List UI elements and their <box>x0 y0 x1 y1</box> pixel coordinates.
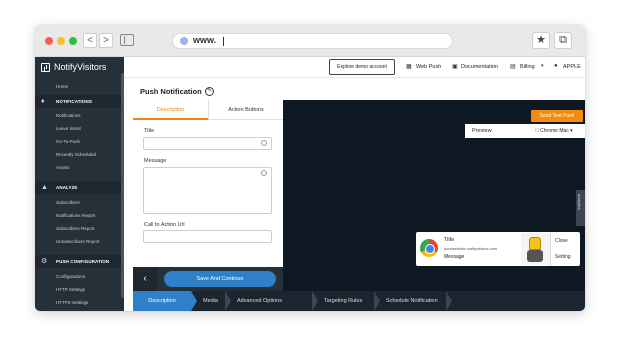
sidebar-section-analyze[interactable]: ▲ ANALYZE <box>35 181 124 194</box>
save-and-continue-button[interactable]: Save And Continue <box>164 271 276 287</box>
form-footer: ‹ Save And Continue <box>133 267 283 291</box>
browser-window: < > www. ★ ⧉ NotifyVisitors Home ♦ NOTIF… <box>35 25 585 311</box>
step-description[interactable]: Description <box>133 291 191 311</box>
step-media[interactable]: Media <box>203 291 218 311</box>
mascot-body-icon <box>527 250 543 262</box>
step-arrow <box>312 291 318 311</box>
sidebar-item-unsubscribers-report[interactable]: Unsubscribers Report <box>56 239 100 244</box>
sidebar-section-push-configuration[interactable]: ⚙ PUSH CONFIGURATION <box>35 255 124 268</box>
sidebar-item-configurations[interactable]: Configurations <box>56 274 85 279</box>
step-arrow <box>191 291 197 311</box>
preview-label: Preview <box>472 128 492 134</box>
step-arrow <box>225 291 231 311</box>
title-label: Title <box>144 128 155 134</box>
close-action[interactable]: Close <box>555 238 568 244</box>
chrome-logo-icon <box>420 239 438 257</box>
sidebar-item-notifications-report[interactable]: Notifications Report <box>56 213 95 218</box>
sidebar: NotifyVisitors Home ♦ NOTIFICATIONS Noti… <box>35 57 124 311</box>
step-bar: Description Media Advanced Options Targe… <box>133 291 585 311</box>
edit-icon[interactable]: ✎ <box>205 87 214 96</box>
notification-form: Description Action Buttons Title Message… <box>133 100 283 267</box>
analytics-side-tab[interactable]: Analytics <box>576 190 585 226</box>
sidebar-item-home[interactable]: Home <box>56 84 68 89</box>
step-advanced-options[interactable]: Advanced Options <box>237 291 282 311</box>
back-arrow-icon[interactable]: < <box>83 33 97 48</box>
message-label: Message <box>144 158 167 164</box>
bookmark-star-icon[interactable]: ★ <box>532 32 550 49</box>
back-button[interactable]: ‹ <box>133 267 157 291</box>
text-cursor <box>223 37 224 46</box>
user-icon: ● <box>554 63 558 69</box>
grid-icon: ▦ <box>406 64 412 70</box>
notification-image <box>521 233 550 265</box>
brand-logo[interactable]: NotifyVisitors <box>35 57 124 79</box>
close-window-dot[interactable] <box>45 37 53 45</box>
step-targeting-rules[interactable]: Targeting Rules <box>324 291 362 311</box>
browser-toolbar: < > www. ★ ⧉ <box>35 25 585 57</box>
step-arrow <box>446 291 452 311</box>
app-topbar: Explore demo account ▦ Web Push ▣ Docume… <box>124 57 585 78</box>
copy-tab-icon[interactable]: ⧉ <box>554 32 572 49</box>
document-icon: ▣ <box>452 64 458 70</box>
section-label: NOTIFICATIONS <box>56 99 92 104</box>
globe-icon <box>180 37 188 45</box>
notification-preview: Title yourwebsite.notifyvisitors.com Mes… <box>416 232 580 266</box>
chart-icon: ▲ <box>41 184 48 191</box>
chevron-down-icon: ▾ <box>541 63 544 69</box>
message-textarea[interactable] <box>143 167 272 214</box>
title-input[interactable] <box>143 137 272 150</box>
tab-description[interactable]: Description <box>133 100 208 120</box>
address-bar[interactable]: www. <box>172 33 453 49</box>
emoji-icon[interactable] <box>261 140 267 146</box>
sidebar-toggle-icon[interactable] <box>120 34 134 46</box>
billing-icon: ▤ <box>510 64 516 70</box>
maximize-window-dot[interactable] <box>69 37 77 45</box>
notification-message: Message <box>444 254 465 260</box>
cta-url-input[interactable] <box>143 230 272 243</box>
tab-action-buttons[interactable]: Action Buttons <box>208 100 283 120</box>
preview-header: Preview  Chrome Mac ▾ <box>465 124 585 138</box>
web-push-link[interactable]: Web Push <box>416 64 441 70</box>
explore-demo-button[interactable]: Explore demo account <box>329 59 395 75</box>
minimize-window-dot[interactable] <box>57 37 65 45</box>
divider <box>550 232 551 266</box>
setting-action[interactable]: Setting <box>555 254 571 260</box>
browser-select[interactable]:  Chrome Mac ▾ <box>535 128 573 134</box>
sidebar-item-go-to-push[interactable]: Go-To-Push <box>56 139 80 144</box>
sidebar-item-notifications[interactable]: Notifications <box>56 113 81 118</box>
sidebar-section-notifications[interactable]: ♦ NOTIFICATIONS <box>35 95 124 108</box>
sidebar-item-https-settings[interactable]: HTTPS Settings <box>56 300 88 305</box>
sidebar-item-subscribers-report[interactable]: Subscribers Report <box>56 226 95 231</box>
step-arrow <box>374 291 380 311</box>
browser-select-value: Chrome Mac <box>535 128 569 134</box>
forward-arrow-icon[interactable]: > <box>99 33 113 48</box>
brand-chart-icon <box>41 63 50 72</box>
sidebar-item-http-settings[interactable]: HTTP Settings <box>56 287 85 292</box>
notification-site: yourwebsite.notifyvisitors.com <box>444 246 498 251</box>
gear-icon: ⚙ <box>41 258 48 265</box>
send-test-push-button[interactable]: Send Test Push <box>531 110 583 122</box>
user-menu[interactable]: APPLE <box>563 64 581 70</box>
sidebar-scrollbar[interactable] <box>121 73 124 298</box>
url-text: www. <box>193 35 217 45</box>
sidebar-item-leave-intent[interactable]: Leave Intent <box>56 126 81 131</box>
brand-name: NotifyVisitors <box>54 62 107 72</box>
emoji-icon[interactable] <box>261 170 267 176</box>
notification-title: Title <box>444 237 455 243</box>
sidebar-item-recently-scheduled[interactable]: Recently Scheduled <box>56 152 96 157</box>
section-label: ANALYZE <box>56 185 78 190</box>
documentation-link[interactable]: Documentation <box>461 64 498 70</box>
page-title: Push Notification <box>140 87 202 96</box>
step-schedule-notification[interactable]: Schedule Notification <box>386 291 438 311</box>
form-tabs: Description Action Buttons <box>133 100 283 120</box>
side-tab-label: Analytics <box>577 194 582 211</box>
billing-menu[interactable]: Billing <box>520 64 535 70</box>
bell-icon: ♦ <box>41 98 45 105</box>
section-label: PUSH CONFIGURATION <box>56 259 110 264</box>
cta-label: Call to Action Url <box>144 222 185 228</box>
sidebar-item-subscribers[interactable]: Subscribers <box>56 200 80 205</box>
mascot-head-icon <box>529 237 541 250</box>
sidebar-item-assets[interactable]: Assets <box>56 165 70 170</box>
